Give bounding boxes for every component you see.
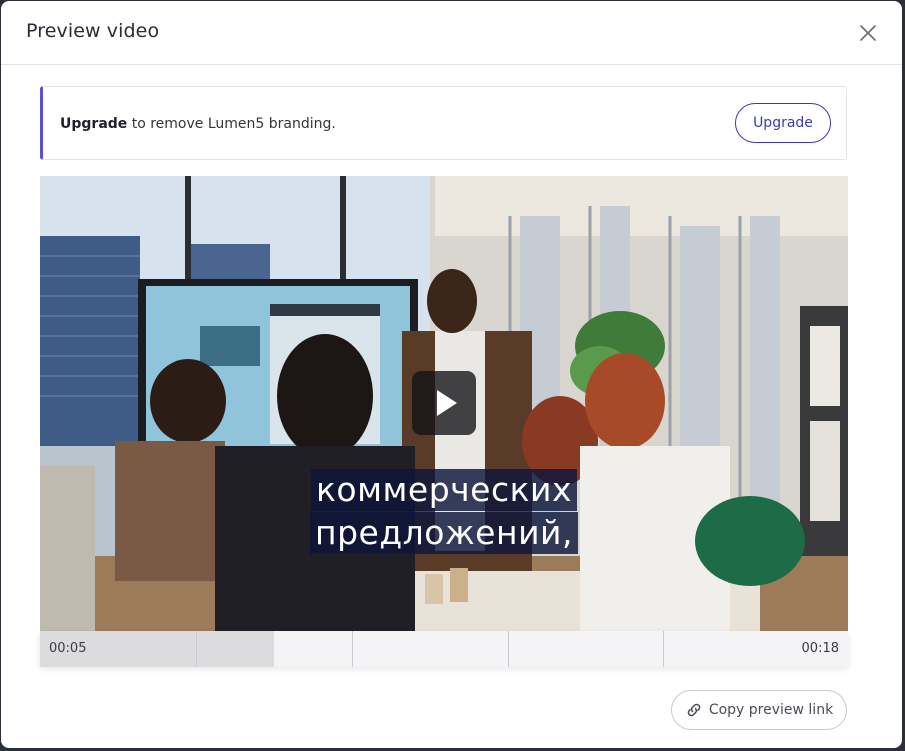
- duration: 00:18: [801, 641, 839, 656]
- close-button[interactable]: [856, 21, 880, 45]
- banner-message: Upgrade to remove Lumen5 branding.: [60, 116, 336, 132]
- subtitle-line-1: коммерческих: [310, 469, 577, 511]
- current-time: 00:05: [49, 641, 87, 656]
- video-player[interactable]: коммерческих предложений,: [40, 176, 848, 631]
- link-icon: [687, 703, 701, 717]
- banner-rest: to remove Lumen5 branding.: [127, 116, 336, 132]
- upgrade-button[interactable]: Upgrade: [735, 103, 831, 143]
- timeline-tick: [663, 631, 664, 667]
- upgrade-banner: Upgrade to remove Lumen5 branding. Upgra…: [40, 86, 847, 160]
- subtitle-line-1-wrap: коммерческих: [40, 469, 848, 511]
- banner-strong: Upgrade: [60, 116, 128, 132]
- timeline-tick: [196, 631, 197, 667]
- play-icon: [437, 390, 457, 416]
- subtitle-line-2: предложений,: [310, 512, 578, 554]
- dialog-title: Preview video: [26, 20, 160, 42]
- subtitle-line-2-wrap: предложений,: [40, 512, 848, 554]
- copy-preview-link-label: Copy preview link: [708, 702, 834, 718]
- preview-video-dialog: Preview video Upgrade to remove Lumen5 b…: [1, 1, 902, 748]
- dialog-header: Preview video: [1, 1, 902, 65]
- play-button[interactable]: [412, 371, 476, 435]
- timeline-tick: [352, 631, 353, 667]
- video-timeline[interactable]: 00:05 00:18: [40, 631, 848, 667]
- timeline-tick: [508, 631, 509, 667]
- copy-preview-link-button[interactable]: Copy preview link: [671, 690, 847, 730]
- close-icon: [860, 25, 876, 41]
